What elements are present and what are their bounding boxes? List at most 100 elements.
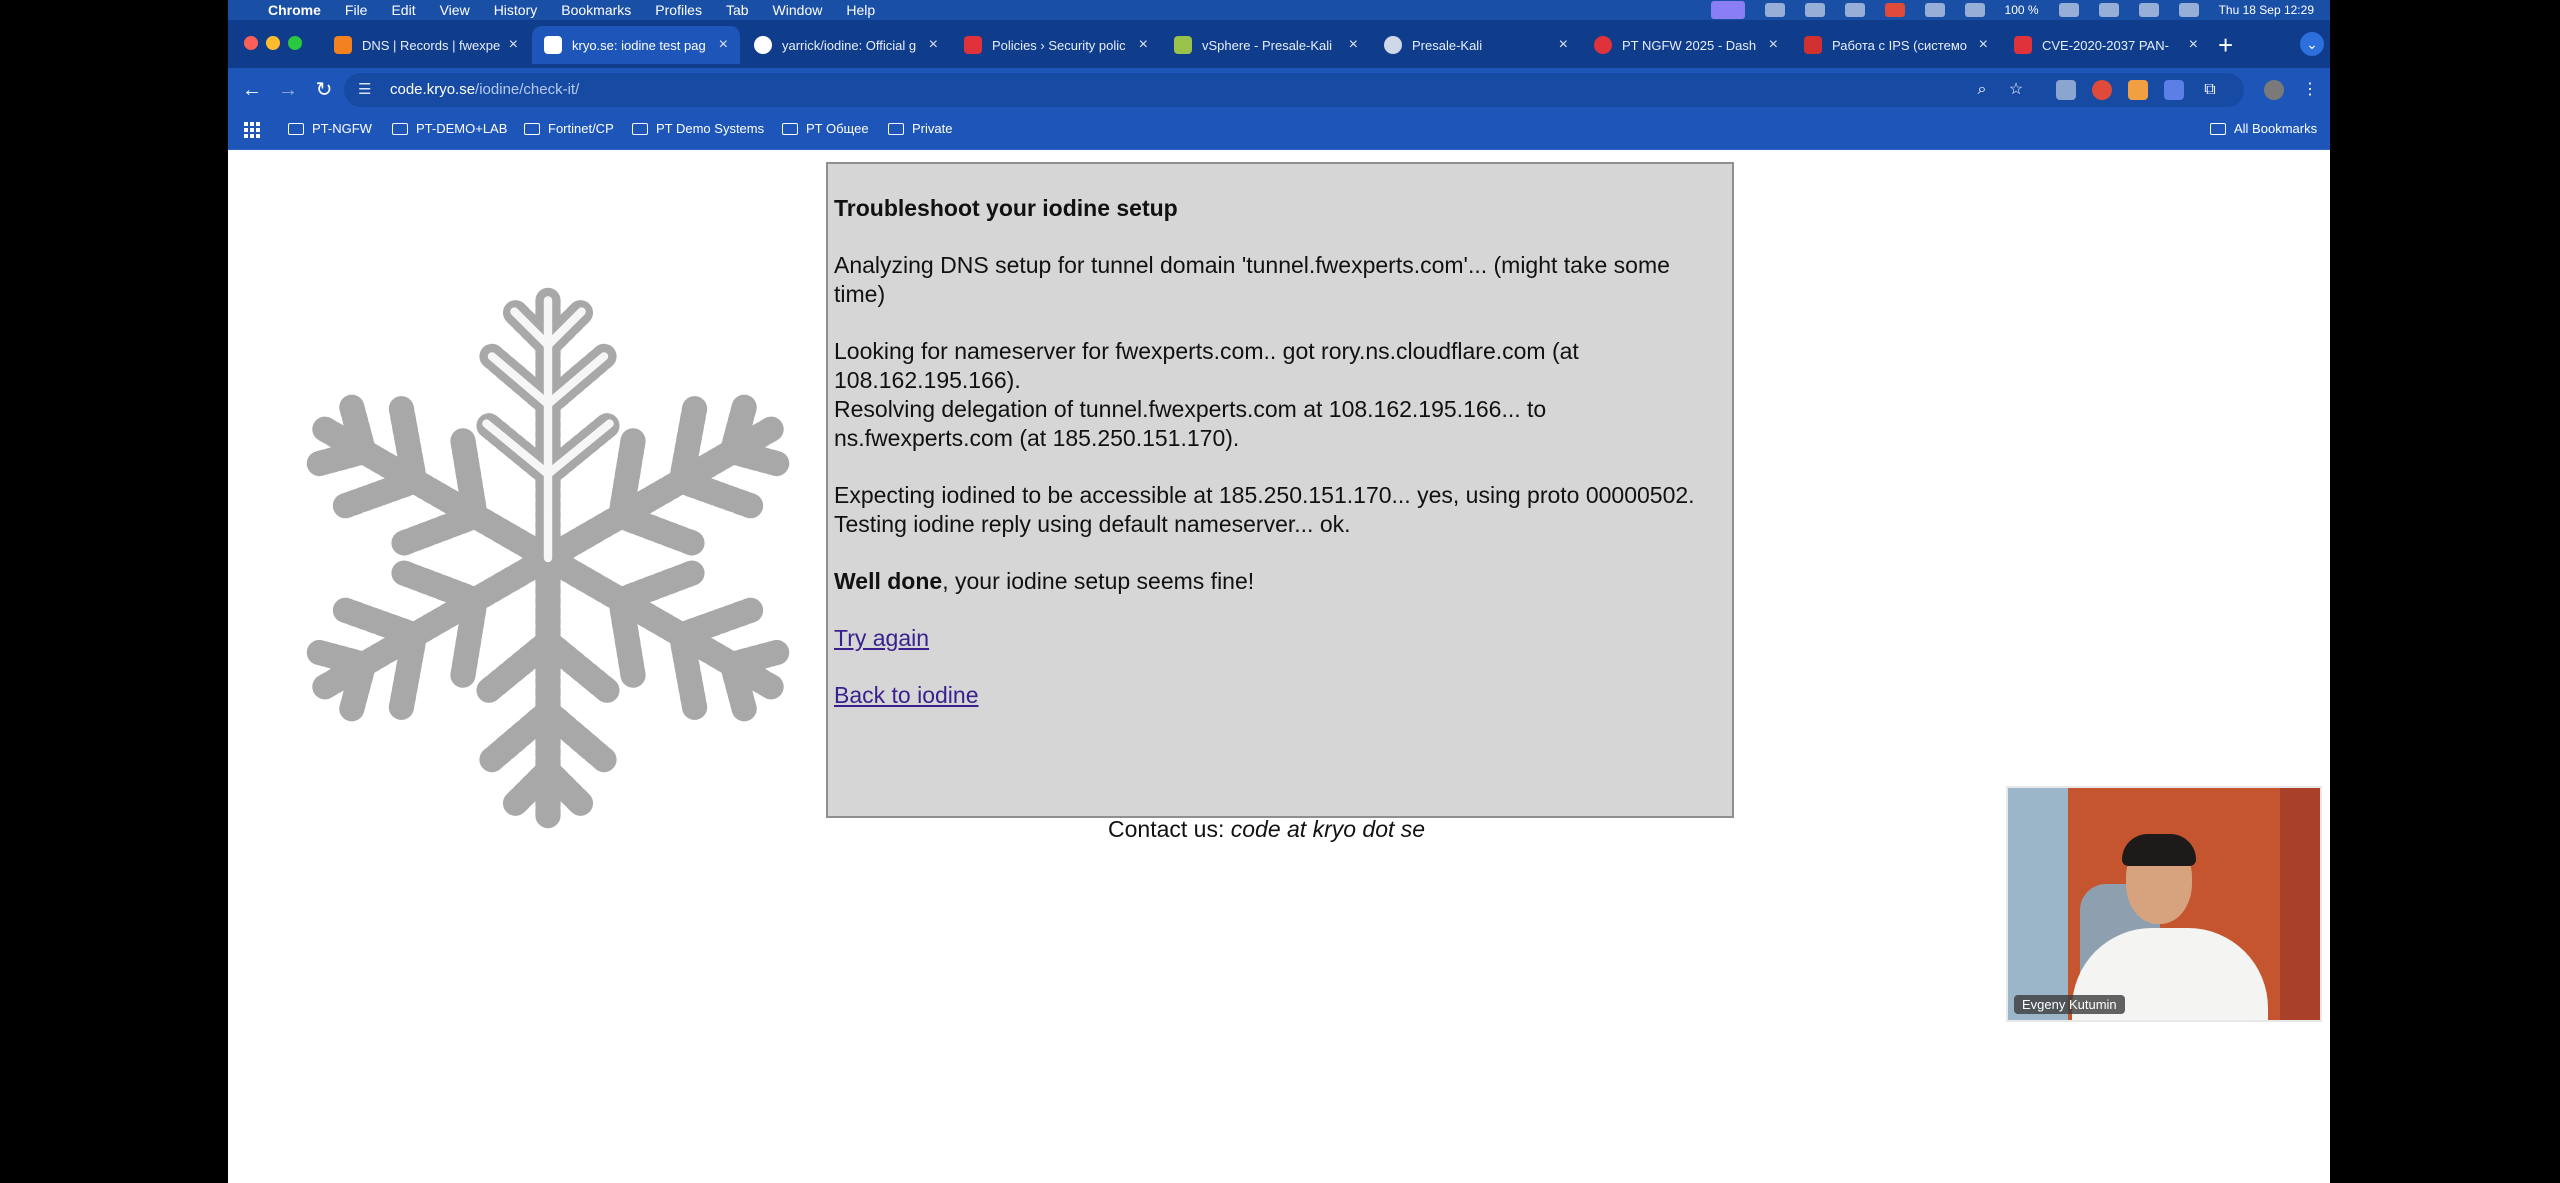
extension-v-icon[interactable] [2164, 80, 2184, 100]
bookmark-folder-pt-ngfw[interactable]: PT-NGFW [288, 121, 372, 136]
url-text[interactable]: code.kryo.se/iodine/check-it/ [390, 81, 579, 98]
url-host: code.kryo.se [390, 81, 476, 98]
extensions-puzzle-icon[interactable]: ⧉ [2200, 80, 2220, 100]
delegation-text: Resolving delegation of tunnel.fwexperts… [834, 396, 1547, 451]
bookmark-folder-pt-demo-systems[interactable]: PT Demo Systems [632, 121, 764, 136]
snowflake-image [268, 278, 828, 838]
battery-percent: 100 % [2004, 3, 2039, 17]
cloud-icon[interactable] [1844, 3, 1865, 17]
menu-history[interactable]: History [494, 2, 538, 18]
tab-vsphere[interactable]: vSphere - Presale-Kali × [1162, 26, 1370, 64]
camera-icon[interactable] [1764, 3, 1785, 17]
vpn-icon[interactable] [1804, 3, 1825, 17]
tab-cve[interactable]: CVE-2020-2037 PAN- × [2002, 26, 2210, 64]
screen-share-icon[interactable] [1710, 1, 1745, 19]
menu-view[interactable]: View [440, 2, 470, 18]
window-minimize-button[interactable] [266, 36, 280, 50]
github-favicon-icon [754, 36, 772, 54]
bookmark-folder-pt-general[interactable]: PT Общее [782, 121, 869, 136]
pt-favicon-icon [964, 36, 982, 54]
tab-policies[interactable]: Policies › Security polic × [952, 26, 1160, 64]
menu-tab[interactable]: Tab [726, 2, 749, 18]
tab-label: Policies › Security polic [992, 37, 1126, 53]
tab-close-icon[interactable]: × [509, 36, 518, 54]
browser-toolbar: ← → ↻ ☰ code.kryo.se/iodine/check-it/ ⌕ … [228, 68, 2330, 112]
bookmark-folder-private[interactable]: Private [888, 121, 952, 136]
headphones-icon[interactable] [1964, 3, 1985, 17]
menu-bookmarks[interactable]: Bookmarks [561, 2, 631, 18]
tab-label: vSphere - Presale-Kali [1202, 37, 1333, 53]
menu-app-name[interactable]: Chrome [268, 2, 321, 18]
tab-label: Presale-Kali [1412, 37, 1483, 53]
address-bar[interactable]: ☰ code.kryo.se/iodine/check-it/ [344, 73, 2244, 107]
tab-close-icon[interactable]: × [719, 36, 728, 54]
reload-button[interactable]: ↻ [310, 76, 338, 104]
folder-icon [392, 122, 408, 135]
spotlight-icon[interactable] [2138, 3, 2159, 17]
kebab-menu-icon[interactable]: ⋮ [2300, 80, 2320, 100]
tab-close-icon[interactable]: × [929, 36, 938, 54]
wifi-icon[interactable] [2098, 3, 2119, 17]
site-info-icon[interactable]: ☰ [358, 80, 371, 98]
menu-edit[interactable]: Edit [391, 2, 415, 18]
tab-close-icon[interactable]: × [1979, 36, 1988, 54]
bookmark-label: Fortinet/CP [548, 121, 614, 136]
tab-label: DNS | Records | fwexpe [362, 37, 501, 53]
extension-record-icon[interactable] [2092, 80, 2112, 100]
menu-file[interactable]: File [345, 2, 368, 18]
tab-close-icon[interactable]: × [1139, 36, 1148, 54]
tab-kryo-iodine[interactable]: kryo.se: iodine test pag × [532, 26, 740, 64]
menu-help[interactable]: Help [846, 2, 875, 18]
menu-window[interactable]: Window [773, 2, 823, 18]
tab-close-icon[interactable]: × [2189, 36, 2198, 54]
back-button[interactable]: ← [238, 76, 266, 104]
tab-github-iodine[interactable]: yarrick/iodine: Official g × [742, 26, 950, 64]
all-bookmarks-button[interactable]: All Bookmarks [2210, 121, 2317, 136]
apps-grid-icon[interactable] [244, 122, 260, 138]
battery-icon[interactable] [2058, 3, 2079, 17]
window-zoom-button[interactable] [288, 36, 302, 50]
tab-label: kryo.se: iodine test pag [572, 37, 706, 53]
bookmark-label: Private [912, 121, 953, 136]
moon-icon[interactable] [1924, 3, 1945, 17]
record-icon[interactable] [1884, 3, 1905, 17]
forward-button[interactable]: → [274, 76, 302, 104]
bookmark-folder-fortinet-cp[interactable]: Fortinet/CP [524, 121, 614, 136]
tab-dns-records[interactable]: DNS | Records | fwexpe × [322, 26, 530, 64]
check-result-panel: Troubleshoot your iodine setup Analyzing… [826, 162, 1734, 818]
result-rest-text: , your iodine setup seems fine! [942, 568, 1255, 594]
tab-presale-kali[interactable]: Presale-Kali × [1372, 26, 1580, 64]
bookmark-star-icon[interactable]: ☆ [2006, 80, 2026, 100]
contact-address: code at kryo dot se [1230, 816, 1426, 842]
webcam-overlay[interactable]: Evgeny Kutumin [2006, 786, 2322, 1022]
try-again-link[interactable]: Try again [834, 625, 929, 651]
back-to-iodine-link[interactable]: Back to iodine [834, 682, 978, 708]
bookmark-label: PT Общее [806, 121, 869, 136]
url-path: /iodine/check-it/ [475, 81, 580, 98]
new-tab-button[interactable]: + [2218, 30, 2233, 61]
menu-clock[interactable]: Thu 18 Sep 12:29 [2219, 3, 2314, 17]
tab-label: CVE-2020-2037 PAN- [2042, 37, 2169, 53]
bookmark-label: All Bookmarks [2234, 121, 2318, 136]
testing-text: Testing iodine reply using default names… [834, 511, 1351, 537]
tab-search-icon[interactable]: ⌄ [2300, 32, 2324, 56]
kryo-favicon-icon [544, 36, 562, 54]
control-center-icon[interactable] [2178, 3, 2199, 17]
zoom-icon[interactable]: ⌕ [1972, 80, 1992, 100]
tab-close-icon[interactable]: × [1559, 36, 1568, 54]
extension-icon[interactable] [2056, 80, 2076, 100]
tab-ips[interactable]: Работа с IPS (системо × [1792, 26, 2000, 64]
pt-ngfw-favicon-icon [1594, 36, 1612, 54]
extension-badge-icon[interactable] [2128, 80, 2148, 100]
bookmark-folder-pt-demo-lab[interactable]: PT-DEMO+LAB [392, 121, 507, 136]
menu-profiles[interactable]: Profiles [655, 2, 702, 18]
result-text: Well done, your iodine setup seems fine! [834, 567, 1726, 596]
analyzing-text: Analyzing DNS setup for tunnel domain 't… [834, 252, 1670, 307]
tab-close-icon[interactable]: × [1769, 36, 1778, 54]
screen: Chrome File Edit View History Bookmarks … [228, 0, 2330, 1183]
window-close-button[interactable] [244, 36, 258, 50]
bookmark-label: PT Demo Systems [656, 121, 765, 136]
tab-close-icon[interactable]: × [1349, 36, 1358, 54]
tab-pt-ngfw-dashboard[interactable]: PT NGFW 2025 - Dash × [1582, 26, 1790, 64]
profile-avatar-icon[interactable] [2264, 80, 2284, 100]
